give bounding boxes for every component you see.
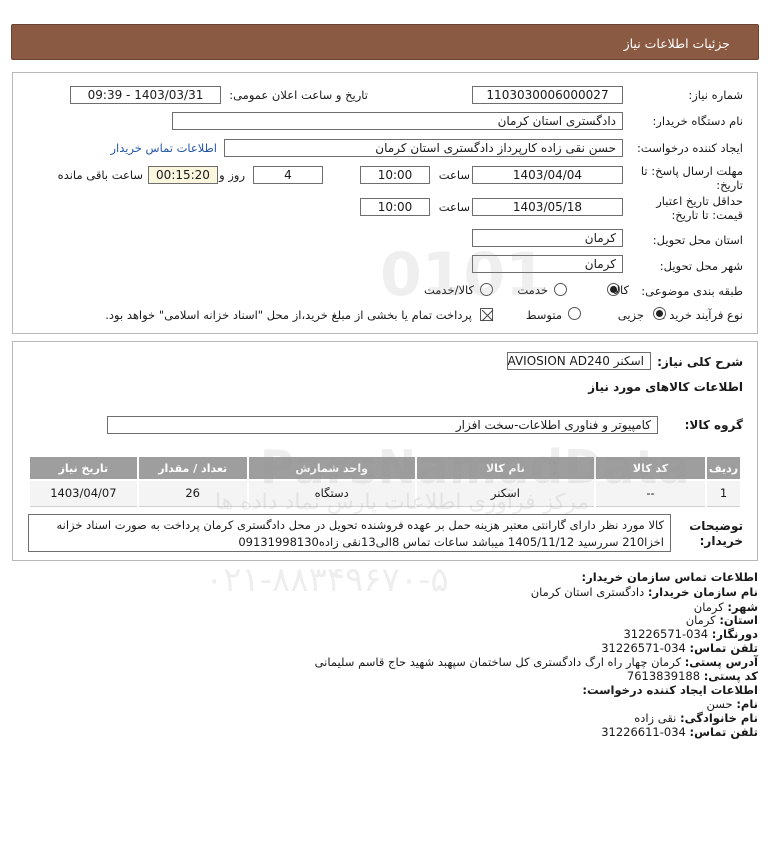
process-medium-label: متوسط	[525, 308, 562, 322]
process-minor-radio[interactable]	[653, 307, 666, 320]
summary-field: اسکنر AVIOSION AD240	[507, 352, 651, 370]
buyer-org-field: دادگستری استان کرمان	[172, 112, 623, 130]
need-number-field: 1103030006000027	[472, 86, 623, 104]
watermark-phone: ۰۲۱-۸۸۳۴۹۶۷۰-۵	[205, 560, 449, 600]
process-minor-label: جزیی	[617, 308, 644, 322]
contact-address: آدرس پستی: کرمان چهار راه ارگ دادگستری ک…	[314, 655, 758, 669]
process-label: نوع فرآیند خرید :	[661, 308, 743, 322]
deadline-label: مهلت ارسال پاسخ: تا	[640, 164, 743, 178]
contact-fax: دورنگار: 034-31226571	[623, 627, 758, 641]
remaining-days-field: 4	[253, 166, 323, 184]
goods-group-label: گروه کالا:	[684, 418, 743, 432]
goods-group-field: کامپیوتر و فناوری اطلاعات-سخت افزار	[107, 416, 658, 434]
buyer-org-label: نام دستگاه خریدار:	[652, 114, 743, 128]
buyer-notes-field: کالا مورد نظر دارای گارانتی معتبر هزینه …	[28, 514, 671, 552]
remaining-time-field: 00:15:20	[148, 166, 218, 184]
validity-date-field: 1403/05/18	[472, 198, 623, 216]
category-service-radio[interactable]	[554, 283, 567, 296]
city-label: شهر محل تحویل:	[659, 259, 743, 273]
page-title: جزئیات اطلاعات نیاز	[623, 36, 730, 51]
validity-label-2: قیمت: تا تاریخ:	[671, 208, 743, 222]
deadline-date-field: 1403/04/04	[472, 166, 623, 184]
days-label: روز و	[219, 168, 245, 182]
watermark-tagline: مرکز فرآوری اطلاعات پارس نماد داده ها	[215, 490, 590, 515]
category-goods-label: کالا	[613, 283, 629, 297]
contact-phone: تلفن تماس: 034-31226571	[601, 641, 758, 655]
creator-section-title: اطلاعات ایجاد کننده درخواست:	[582, 683, 758, 697]
process-medium-radio[interactable]	[568, 307, 581, 320]
contact-city: شهر: کرمان	[693, 600, 758, 614]
page-header: جزئیات اطلاعات نیاز	[11, 24, 759, 60]
announce-date-field: 1403/03/31 - 09:39	[70, 86, 221, 104]
summary-label: شرح کلی نیاز:	[657, 355, 743, 369]
cell-date: 1403/04/07	[28, 479, 139, 507]
need-number-label: شماره نیاز:	[688, 88, 743, 102]
creator-phone: تلفن تماس: 034-31226611	[601, 725, 758, 739]
province-label: استان محل تحویل:	[652, 233, 743, 247]
announce-date-label: تاریخ و ساعت اعلان عمومی:	[229, 88, 368, 102]
deadline-time-field: 10:00	[360, 166, 430, 184]
goods-info-title: اطلاعات کالاهای مورد نیاز	[588, 380, 743, 394]
validity-time-label: ساعت	[438, 200, 470, 214]
cell-row: 1	[705, 479, 742, 507]
buyer-notes-label-2: خریدار:	[699, 534, 743, 548]
buyer-notes-label: توضیحات	[689, 519, 743, 533]
contact-province: استان: کرمان	[685, 613, 758, 627]
category-label: طبقه بندی موضوعی:	[641, 284, 743, 298]
creator-field: حسن نقی زاده کارپرداز دادگستری استان کرم…	[224, 139, 623, 157]
creator-label: ایجاد کننده درخواست:	[637, 141, 743, 155]
col-qty-header: تعداد / مقدار	[136, 455, 249, 481]
buyer-contact-link[interactable]: اطلاعات تماس خریدار	[110, 141, 217, 155]
creator-first-name: نام: حسن	[706, 697, 758, 711]
deadline-label-2: تاریخ:	[716, 178, 743, 192]
watermark-digits: 0101	[380, 240, 547, 310]
watermark-brand: ParsNamadData	[260, 440, 691, 494]
col-date-header: تاریخ نیاز	[28, 455, 139, 481]
col-row-header: ردیف	[705, 455, 742, 481]
remaining-time-label: ساعت باقی مانده	[57, 168, 143, 182]
deadline-time-label: ساعت	[438, 168, 470, 182]
treasury-note: پرداخت تمام یا بخشی از مبلغ خرید،از محل …	[105, 308, 472, 322]
contact-section-title: اطلاعات تماس سازمان خریدار:	[581, 570, 758, 584]
creator-last-name: نام خانوادگی: نقی زاده	[634, 711, 758, 725]
validity-label: حداقل تاریخ اعتبار	[656, 194, 743, 208]
contact-buyer-name: نام سازمان خریدار: دادگستری استان کرمان	[530, 585, 758, 599]
contact-postal: کد پستی: 7613839188	[626, 669, 758, 683]
validity-time-field: 10:00	[360, 198, 430, 216]
